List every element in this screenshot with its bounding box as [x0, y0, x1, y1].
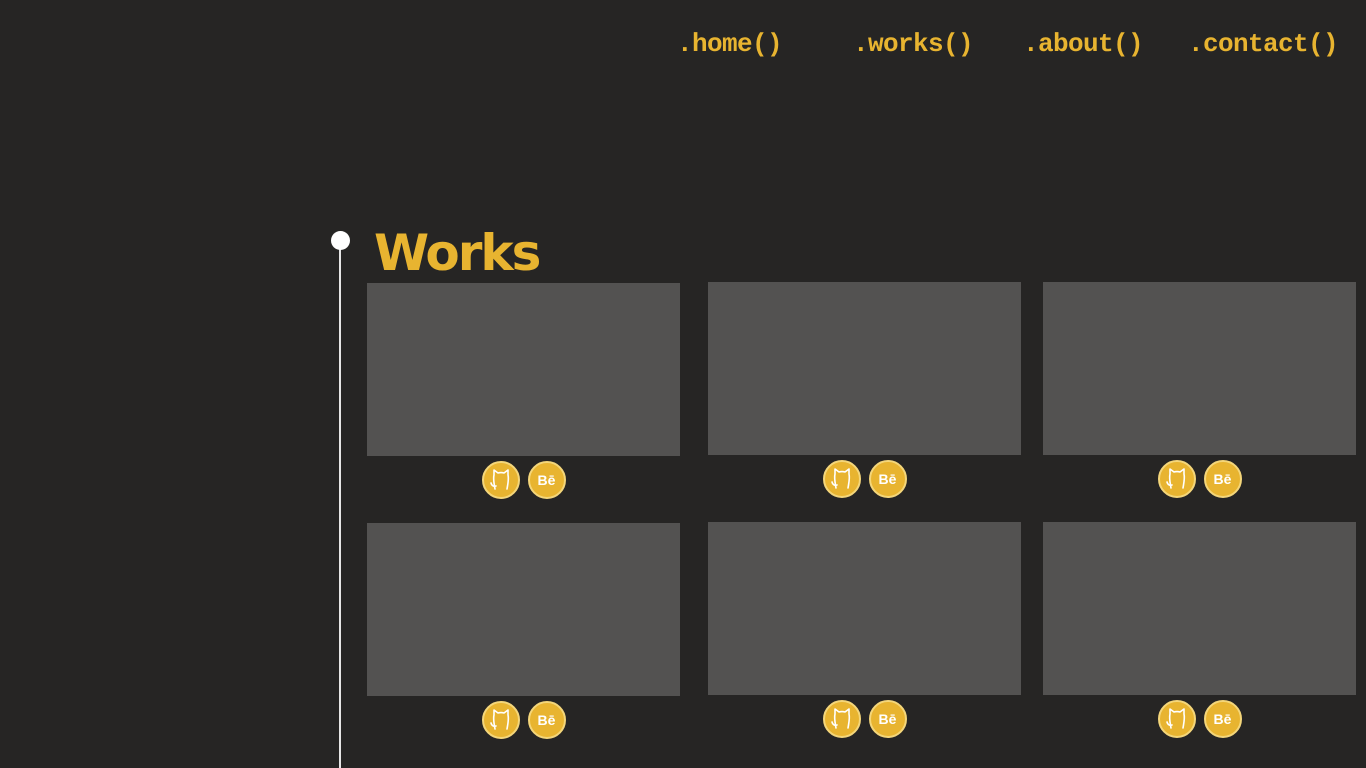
github-icon[interactable] — [481, 461, 520, 499]
nav-home-link[interactable]: .home() — [677, 29, 783, 59]
github-icon[interactable] — [822, 460, 861, 498]
github-icon[interactable] — [1157, 700, 1196, 738]
behance-icon[interactable]: Bē — [868, 700, 907, 738]
behance-icon[interactable]: Bē — [527, 701, 566, 739]
work-thumbnail[interactable] — [367, 283, 680, 456]
nav-contact-link[interactable]: .contact() — [1188, 29, 1339, 59]
work-links: Bē — [708, 460, 1021, 498]
work-links: Bē — [1043, 700, 1356, 738]
work-card: Bē — [367, 283, 680, 499]
work-card: Bē — [1043, 522, 1356, 738]
nav-works-link[interactable]: .works() — [853, 29, 974, 59]
section-title: Works — [374, 224, 541, 282]
work-thumbnail[interactable] — [708, 522, 1021, 695]
work-card: Bē — [708, 282, 1021, 498]
work-links: Bē — [708, 700, 1021, 738]
work-thumbnail[interactable] — [708, 282, 1021, 455]
github-icon[interactable] — [822, 700, 861, 738]
behance-icon[interactable]: Bē — [527, 461, 566, 499]
work-card: Bē — [708, 522, 1021, 738]
github-icon[interactable] — [1157, 460, 1196, 498]
work-thumbnail[interactable] — [1043, 522, 1356, 695]
work-thumbnail[interactable] — [367, 523, 680, 696]
work-links: Bē — [1043, 460, 1356, 498]
work-card: Bē — [1043, 282, 1356, 498]
timeline-line — [339, 242, 341, 768]
behance-icon[interactable]: Bē — [1203, 700, 1242, 738]
github-icon[interactable] — [481, 701, 520, 739]
timeline-dot — [331, 231, 350, 250]
nav-about-link[interactable]: .about() — [1023, 29, 1144, 59]
behance-icon[interactable]: Bē — [868, 460, 907, 498]
work-thumbnail[interactable] — [1043, 282, 1356, 455]
behance-icon[interactable]: Bē — [1203, 460, 1242, 498]
work-links: Bē — [367, 461, 680, 499]
work-card: Bē — [367, 523, 680, 739]
work-links: Bē — [367, 701, 680, 739]
page: .home() .works() .about() .contact() Wor… — [0, 0, 1366, 768]
